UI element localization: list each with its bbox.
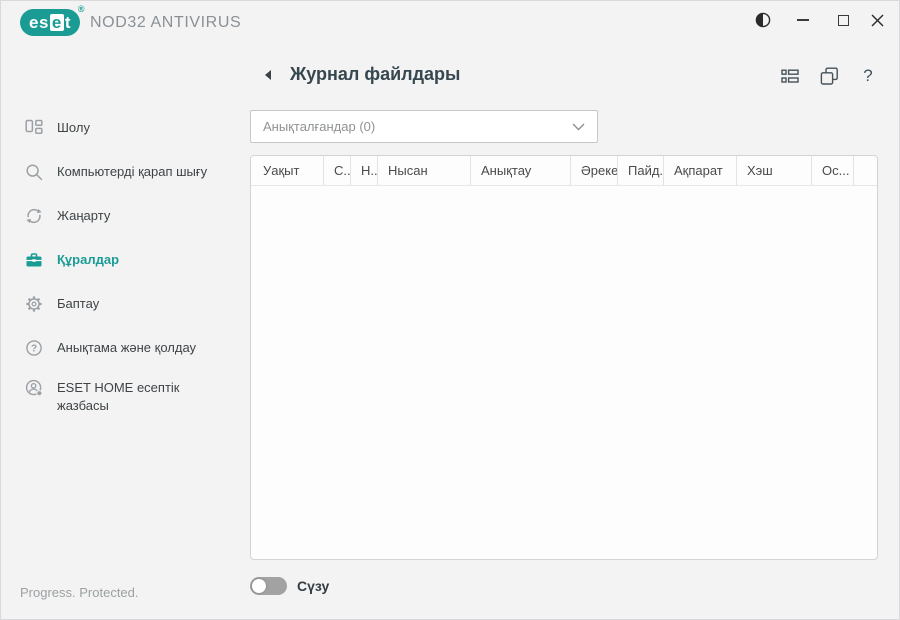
eset-logo-badge: es e t ® [20, 4, 86, 36]
titlebar: es e t ® NOD32 ANTIVIRUS [0, 0, 900, 48]
chevron-down-icon [572, 123, 585, 130]
filter-row: Сүзу [250, 577, 329, 595]
computer-scan-icon [25, 163, 43, 181]
table-body-empty [251, 186, 877, 559]
sidebar-item-label: Құралдар [57, 252, 120, 267]
table-header-row: Уақыт С... Н... Нысан Анықтау Әрекет Пай… [251, 156, 877, 186]
sidebar-item-help-support[interactable]: ? Анықтама және қолдау [25, 339, 235, 357]
log-table: Уақыт С... Н... Нысан Анықтау Әрекет Пай… [250, 155, 878, 560]
copy-icon[interactable] [819, 66, 839, 86]
tools-icon [25, 251, 43, 269]
setup-gear-icon [25, 295, 43, 313]
close-icon[interactable] [860, 0, 894, 40]
column-header-information[interactable]: Ақпарат [664, 156, 737, 185]
sidebar-item-setup[interactable]: Баптау [25, 295, 235, 313]
filter-toggle-label: Сүзу [297, 578, 330, 594]
filter-toggle[interactable] [250, 577, 287, 595]
page-title: Журнал файлдары [290, 64, 461, 84]
overview-icon [25, 119, 43, 137]
column-header-filler [854, 156, 877, 185]
help-circle-icon: ? [25, 339, 43, 357]
help-icon[interactable]: ? [858, 66, 878, 86]
sidebar-item-label: Компьютерді қарап шығу [57, 164, 208, 179]
column-header-user[interactable]: Пайд... [618, 156, 664, 185]
sidebar-item-update[interactable]: Жаңарту [25, 207, 235, 225]
back-button[interactable] [262, 68, 278, 84]
svg-text:?: ? [31, 344, 37, 355]
minimize-icon[interactable] [786, 0, 820, 40]
column-header-2[interactable]: Н... [351, 156, 378, 185]
logo-text-2: e [49, 13, 64, 32]
column-header-action[interactable]: Әрекет [571, 156, 618, 185]
dropdown-selected-value: Анықталғандар (0) [263, 119, 376, 134]
content-header: Журнал файлдары ? [250, 60, 878, 100]
sidebar-item-label: Баптау [57, 296, 100, 311]
column-header-detection[interactable]: Анықтау [471, 156, 571, 185]
column-header-time[interactable]: Уақыт [251, 156, 324, 185]
sidebar-item-label: Шолу [57, 120, 90, 135]
view-selector-icon[interactable] [780, 66, 800, 86]
product-name: NOD32 ANTIVIRUS [90, 14, 242, 31]
sidebar-item-eset-home-account[interactable]: ESET HOME есептік жазбасы [25, 379, 235, 415]
toggle-knob [252, 579, 266, 593]
sidebar-item-label: ESET HOME есептік жазбасы [57, 380, 180, 413]
eset-logo: es e t ® [20, 4, 86, 36]
sidebar-item-overview[interactable]: Шолу [25, 119, 235, 137]
log-type-dropdown[interactable]: Анықталғандар (0) [250, 110, 598, 143]
sidebar-item-label: Жаңарту [57, 208, 111, 223]
column-header-hash[interactable]: Хэш [737, 156, 812, 185]
column-header-object[interactable]: Нысан [378, 156, 471, 185]
brand-tagline: Progress. Protected. [20, 585, 139, 600]
sidebar-item-label: Анықтама және қолдау [57, 340, 197, 355]
sidebar-item-computer-scan[interactable]: Компьютерді қарап шығу [25, 163, 235, 181]
registered-mark: ® [77, 4, 86, 14]
app-window: es e t ® NOD32 ANTIVIRUS Шолу Компьютерд… [0, 0, 900, 620]
header-actions: ? [780, 66, 878, 86]
column-header-9[interactable]: Ос... [812, 156, 854, 185]
account-icon [25, 379, 43, 397]
update-icon [25, 207, 43, 225]
maximize-icon[interactable] [826, 0, 860, 40]
theme-toggle-icon[interactable] [746, 0, 780, 40]
logo-text-3: t [64, 12, 72, 32]
sidebar-item-tools[interactable]: Құралдар [25, 251, 235, 269]
logo-text-1: es [29, 12, 49, 32]
column-header-1[interactable]: С... [324, 156, 351, 185]
sidebar: Шолу Компьютерді қарап шығу Жаңарту Құра… [0, 48, 250, 620]
